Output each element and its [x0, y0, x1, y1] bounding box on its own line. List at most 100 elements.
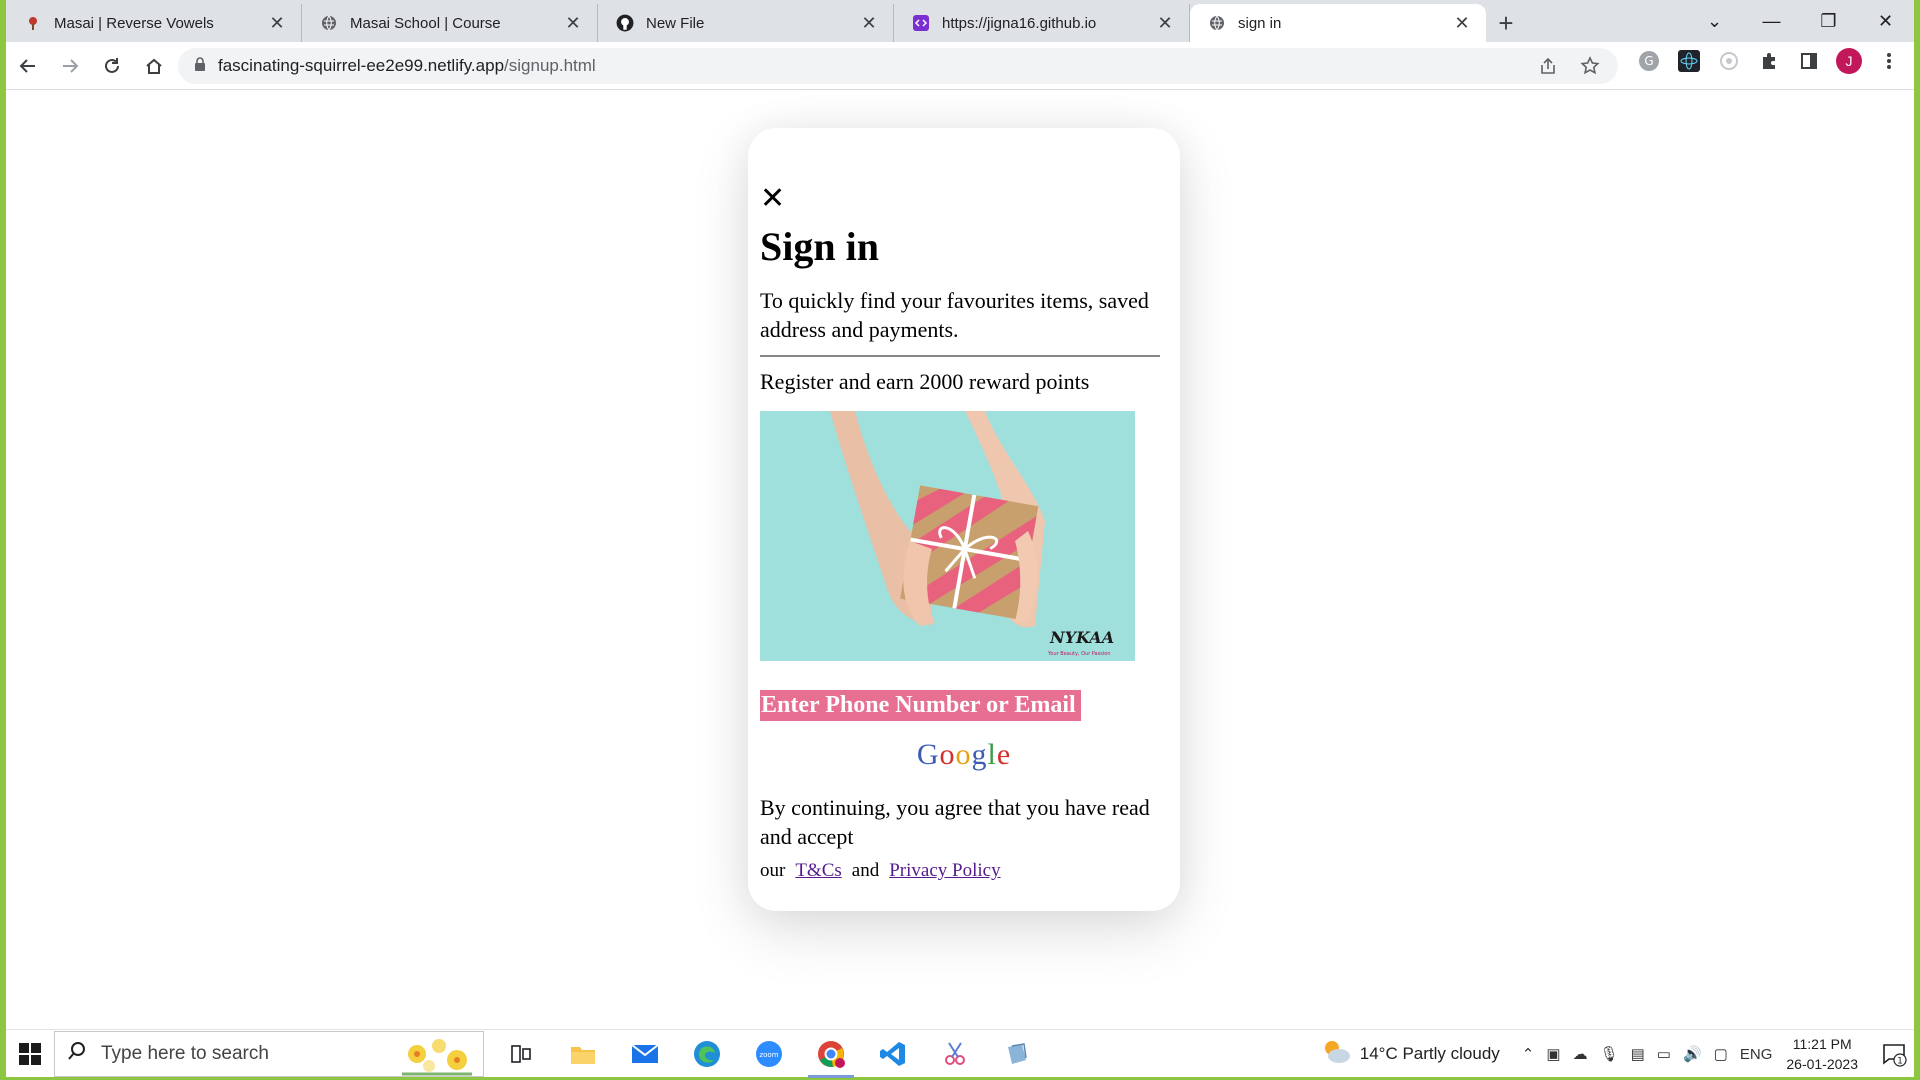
google-sign-in-button[interactable]: Google	[748, 738, 1180, 772]
tab-close-icon[interactable]: ✕	[859, 13, 879, 33]
weather-widget[interactable]: 14°C Partly cloudy	[1322, 1039, 1500, 1070]
terms-link[interactable]: T&Cs	[795, 860, 841, 882]
windows-start-icon[interactable]	[6, 1030, 54, 1078]
reward-text: Register and earn 2000 reward points	[760, 369, 1090, 394]
mail-icon[interactable]	[614, 1030, 676, 1078]
tab-search-chevron-icon[interactable]: ⌄	[1686, 11, 1743, 32]
reload-icon[interactable]	[92, 46, 132, 86]
tab-title: New File	[646, 14, 705, 32]
page-title: Sign in	[760, 224, 879, 269]
privacy-policy-link[interactable]: Privacy Policy	[889, 860, 1000, 882]
google-letter: o	[955, 738, 972, 771]
zoom-icon[interactable]: zoom	[738, 1030, 800, 1078]
google-letter: o	[939, 738, 956, 771]
chevron-up-icon[interactable]: ⌃	[1522, 1045, 1535, 1063]
sign-in-card: ✕ Sign in To quickly find your favourite…	[748, 128, 1180, 911]
clock-time: 11:21 PM	[1792, 1036, 1852, 1052]
tab-title: sign in	[1238, 14, 1282, 32]
display-icon[interactable]: ▤	[1631, 1045, 1645, 1063]
language-indicator[interactable]: ENG	[1740, 1046, 1773, 1063]
weather-text: 14°C Partly cloudy	[1359, 1044, 1500, 1063]
page-viewport: ✕ Sign in To quickly find your favourite…	[6, 91, 1914, 1026]
google-letter: l	[987, 738, 997, 771]
side-panel-icon[interactable]	[1796, 48, 1822, 74]
tab-masai-reverse-vowels[interactable]: Masai | Reverse Vowels ✕	[6, 4, 302, 42]
legal-our-text: our	[760, 860, 786, 881]
microphone-icon[interactable]: 🎙	[1600, 1045, 1619, 1063]
task-view-icon[interactable]	[490, 1030, 552, 1078]
close-icon[interactable]: ✕	[760, 184, 785, 214]
image-brand-text: NYKAA	[1049, 628, 1114, 647]
back-arrow-icon[interactable]	[8, 46, 48, 86]
tab-new-file[interactable]: New File ✕	[598, 4, 894, 42]
url-domain: fascinating-squirrel-ee2e99.netlify.app	[218, 56, 505, 75]
taskbar-search-box[interactable]: Type here to search	[54, 1030, 484, 1077]
file-explorer-icon[interactable]	[552, 1030, 614, 1078]
code-icon	[912, 14, 930, 32]
share-icon[interactable]	[1538, 56, 1558, 81]
grammarly-extension-icon[interactable]: G	[1636, 48, 1662, 74]
onedrive-cloud-icon[interactable]: ☁	[1573, 1045, 1588, 1063]
more-menu-icon[interactable]	[1876, 48, 1902, 74]
agreement-text: By continuing, you agree that you have r…	[760, 795, 1150, 849]
meet-now-icon[interactable]: ▣	[1546, 1045, 1560, 1063]
phone-email-button[interactable]: Enter Phone Number or Email	[760, 690, 1081, 721]
lock-icon[interactable]	[194, 56, 206, 76]
extension-icon[interactable]	[1716, 48, 1742, 74]
tab-title: https://jigna16.github.io	[942, 14, 1097, 32]
tab-close-icon[interactable]: ✕	[1452, 13, 1472, 33]
google-letter: g	[971, 738, 988, 771]
browser-window: Masai | Reverse Vowels ✕ Masai School | …	[6, 0, 1914, 1078]
tab-close-icon[interactable]: ✕	[267, 13, 287, 33]
google-letter: G	[916, 738, 940, 771]
battery-icon[interactable]: ▭	[1657, 1045, 1671, 1063]
svg-text:G: G	[1644, 54, 1653, 68]
bookmark-star-icon[interactable]	[1580, 56, 1600, 81]
close-window-icon[interactable]: ✕	[1857, 11, 1914, 32]
tab-jigna16-github[interactable]: https://jigna16.github.io ✕	[894, 4, 1190, 42]
tab-sign-in[interactable]: sign in ✕	[1190, 4, 1486, 42]
chrome-icon[interactable]	[800, 1030, 862, 1078]
tab-strip: Masai | Reverse Vowels ✕ Masai School | …	[6, 0, 1914, 42]
vscode-icon[interactable]	[862, 1030, 924, 1078]
profile-avatar[interactable]: J	[1836, 48, 1862, 74]
image-tagline-text: Your Beauty, Our Passion	[1047, 651, 1111, 657]
tray-icons: ⌃ ▣ ☁ 🎙 ▤ ▭ 🔊 ▢ ENG	[1522, 1045, 1773, 1064]
tab-masai-course[interactable]: Masai School | Course ✕	[302, 4, 598, 42]
search-icon	[67, 1041, 87, 1067]
svg-text:zoom: zoom	[759, 1051, 778, 1059]
github-icon	[616, 14, 634, 32]
puzzle-extensions-icon[interactable]	[1756, 48, 1782, 74]
new-tab-plus-icon[interactable]: +	[1486, 4, 1526, 42]
legal-links: our T&Cs and Privacy Policy	[760, 860, 1001, 882]
search-placeholder: Type here to search	[101, 1042, 269, 1064]
home-icon[interactable]	[134, 46, 174, 86]
restore-icon[interactable]: ❐	[1800, 11, 1857, 32]
minimize-icon[interactable]: —	[1743, 11, 1800, 32]
taskbar-clock[interactable]: 11:21 PM 26-01-2023	[1786, 1034, 1858, 1074]
gift-image: NYKAA Your Beauty, Our Passion	[760, 411, 1135, 661]
url-path: /signup.html	[504, 56, 596, 75]
edge-browser-icon[interactable]	[676, 1030, 738, 1078]
network-icon[interactable]: ▢	[1714, 1045, 1728, 1063]
address-bar[interactable]: fascinating-squirrel-ee2e99.netlify.app/…	[178, 48, 1618, 84]
notification-count: 1	[1897, 1057, 1903, 1067]
browser-toolbar: fascinating-squirrel-ee2e99.netlify.app/…	[6, 42, 1914, 90]
notification-center-icon[interactable]: 1	[1874, 1041, 1914, 1067]
url-text[interactable]: fascinating-squirrel-ee2e99.netlify.app/…	[218, 56, 596, 76]
notepad-app-icon[interactable]	[986, 1030, 1048, 1078]
tab-title: Masai | Reverse Vowels	[54, 14, 214, 32]
forward-arrow-icon[interactable]	[50, 46, 90, 86]
windows-taskbar: Type here to search zoom 14°C Partly clo…	[6, 1029, 1914, 1078]
tab-close-icon[interactable]: ✕	[563, 13, 583, 33]
volume-icon[interactable]: 🔊	[1683, 1045, 1702, 1063]
masai-favicon-icon	[24, 14, 42, 32]
taskbar-apps: zoom	[490, 1030, 1048, 1078]
sign-in-subtitle: To quickly find your favourites items, s…	[760, 288, 1149, 342]
extensions-area: G J	[1636, 48, 1914, 74]
snipping-tool-icon[interactable]	[924, 1030, 986, 1078]
partly-cloudy-icon	[1322, 1039, 1352, 1070]
react-devtools-extension-icon[interactable]	[1676, 48, 1702, 74]
divider	[760, 355, 1160, 357]
tab-close-icon[interactable]: ✕	[1155, 13, 1175, 33]
